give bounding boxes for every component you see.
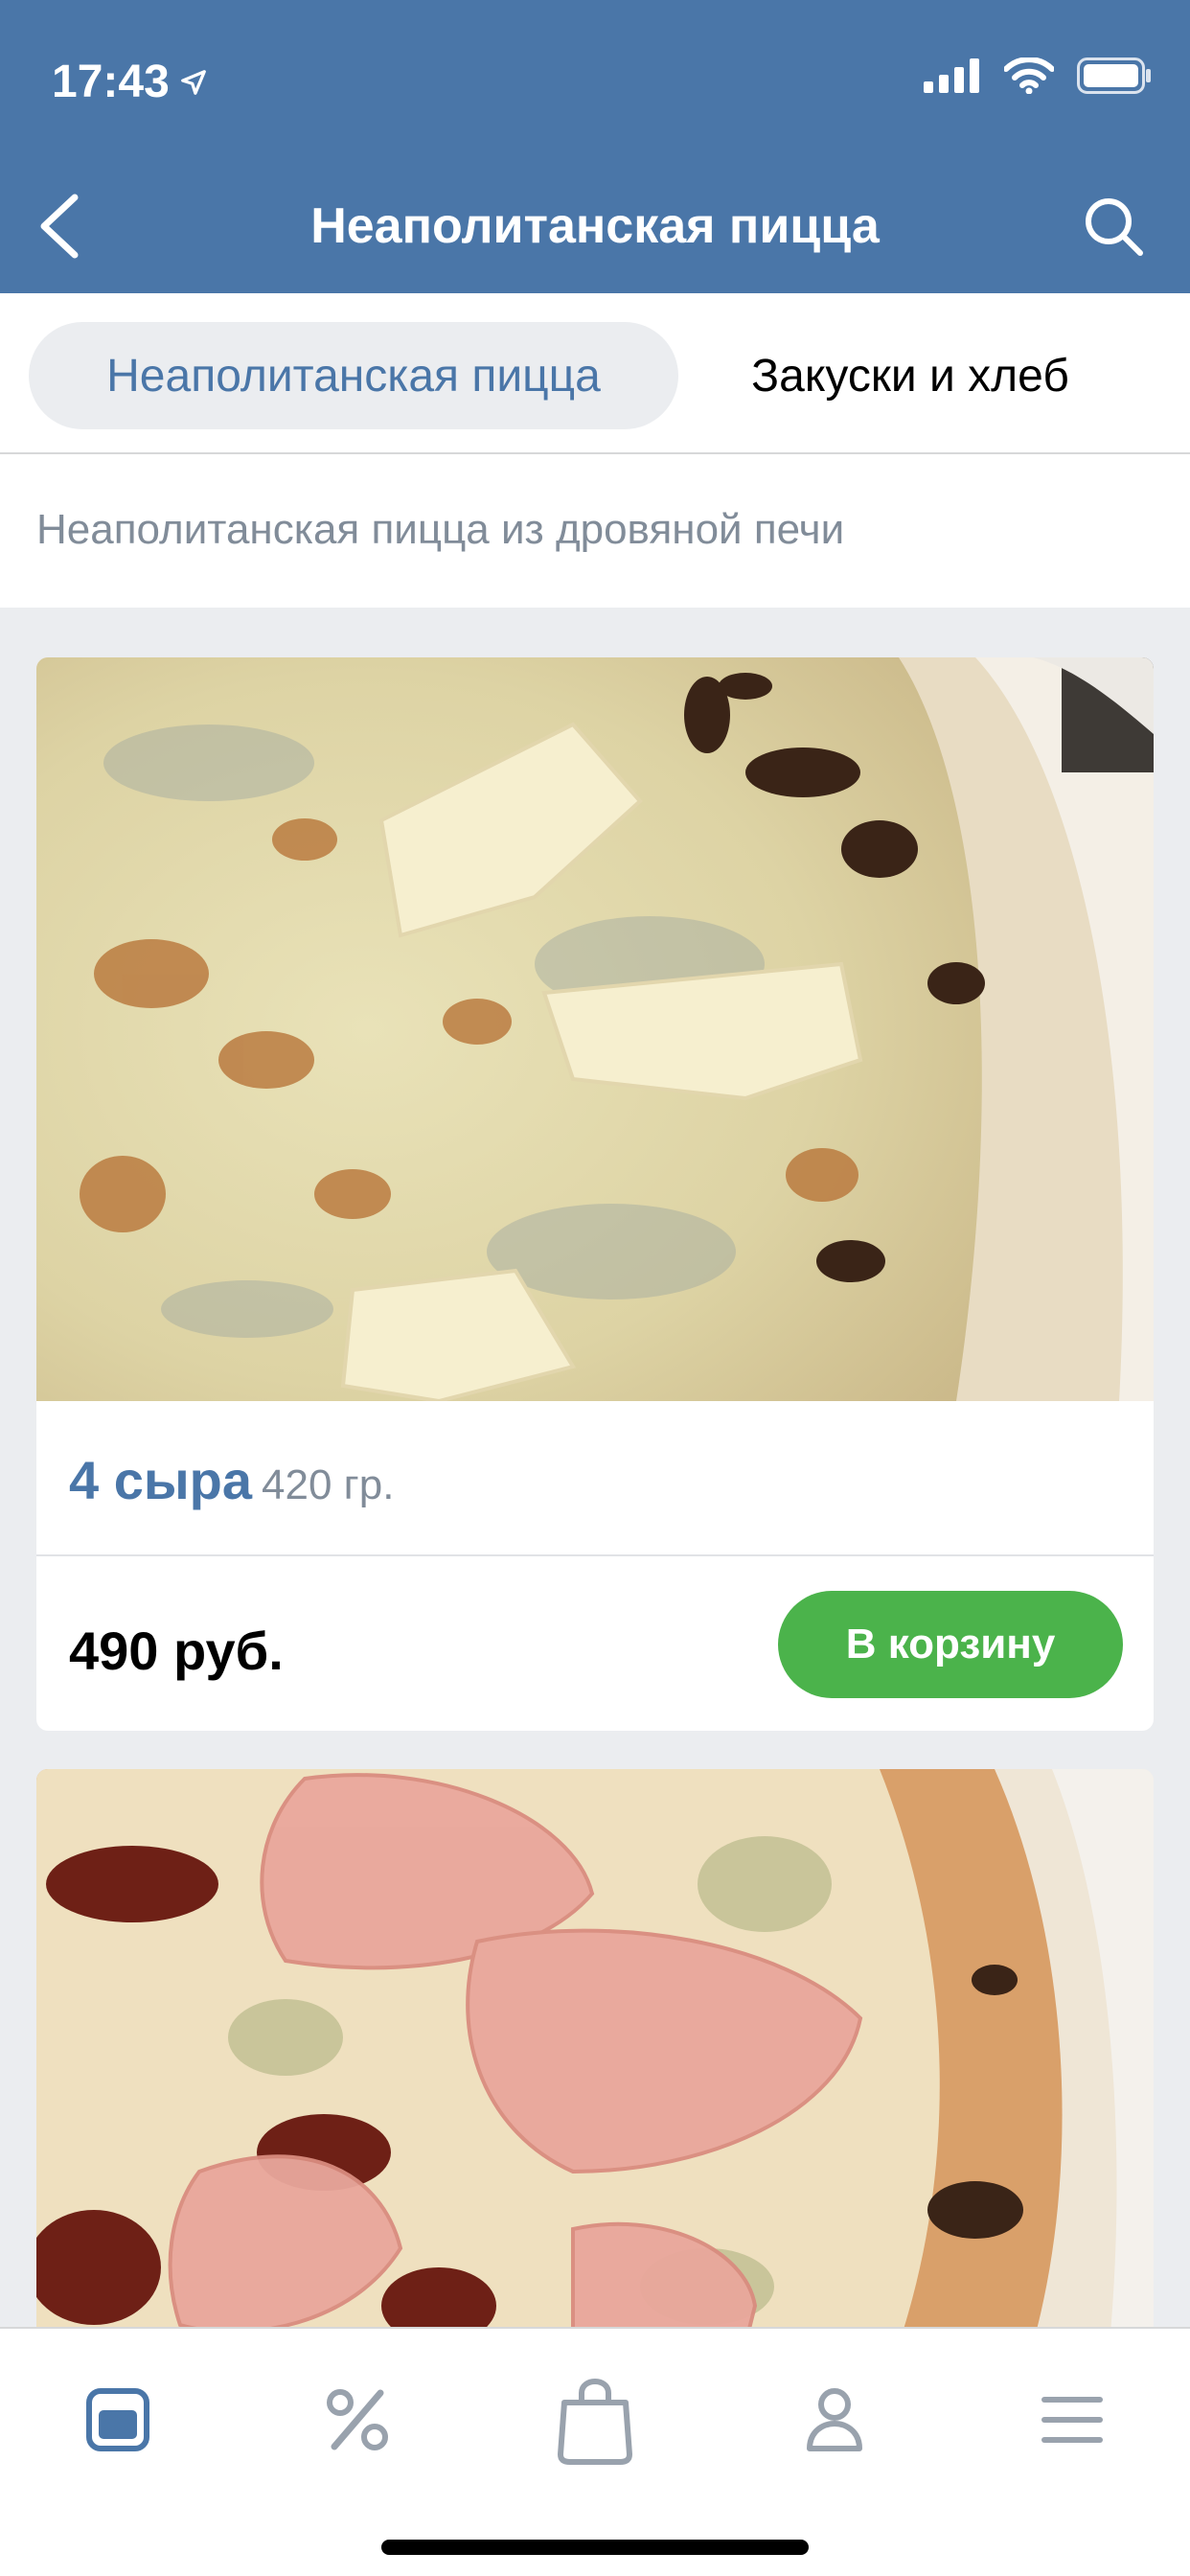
menu-icon [83,2385,152,2459]
tabbar-profile[interactable] [777,2369,892,2474]
tab-snacks-and-bread[interactable]: Закуски и хлеб [699,322,1121,429]
tabbar-more[interactable] [1015,2369,1130,2474]
pizza-four-cheese-photo[interactable] [36,657,1154,1401]
home-indicator [381,2540,809,2555]
product-price: 490 руб. [69,1621,284,1681]
product-name-row: 4 сыра 420 гр. [36,1401,1154,1556]
product-name[interactable]: 4 сыра 420 гр. [69,1449,394,1511]
profile-icon [804,2385,865,2459]
search-icon [1082,195,1145,263]
section-description-text: Неаполитанская пицца из дровяной печи [36,506,845,553]
tabbar-cart[interactable] [538,2369,652,2474]
product-name-label: 4 сыра [69,1450,253,1510]
battery-icon [1077,58,1152,99]
bottom-tab-bar [0,2327,1190,2576]
percent-icon [323,2385,392,2459]
page-title: Неаполитанская пицца [310,198,880,254]
product-weight: 420 гр. [262,1461,395,1508]
shopping-bag-icon [555,2374,635,2471]
product-card[interactable]: 4 сыра 420 гр. 490 руб. В корзину [36,657,1154,1731]
navbar: Неаполитанская пицца [0,163,1190,293]
status-bar: 17:43 [0,0,1190,163]
category-tabs: Неаполитанская пицца Закуски и хлеб [0,293,1190,454]
product-price-row: 490 руб. В корзину [36,1558,1154,1731]
signal-icon [924,58,981,98]
product-card[interactable] [36,1769,1154,2344]
status-time: 17:43 [52,56,208,108]
search-button[interactable] [1075,190,1152,266]
wifi-icon [1003,57,1055,99]
tabbar-promotions[interactable] [300,2369,415,2474]
app-header: 17:43 Неаполитанская пицца [0,0,1190,293]
pizza-prosciutto-photo[interactable] [36,1769,1154,2344]
location-arrow-icon [179,56,208,108]
add-to-cart-button[interactable]: В корзину [778,1591,1123,1698]
tabbar-menu[interactable] [60,2369,175,2474]
hamburger-icon [1041,2394,1104,2450]
section-description: Неаполитанская пицца из дровяной печи [0,454,1190,608]
status-icons [924,57,1152,99]
tab-neapolitan-pizza[interactable]: Неаполитанская пицца [29,322,678,429]
time-label: 17:43 [52,57,170,107]
